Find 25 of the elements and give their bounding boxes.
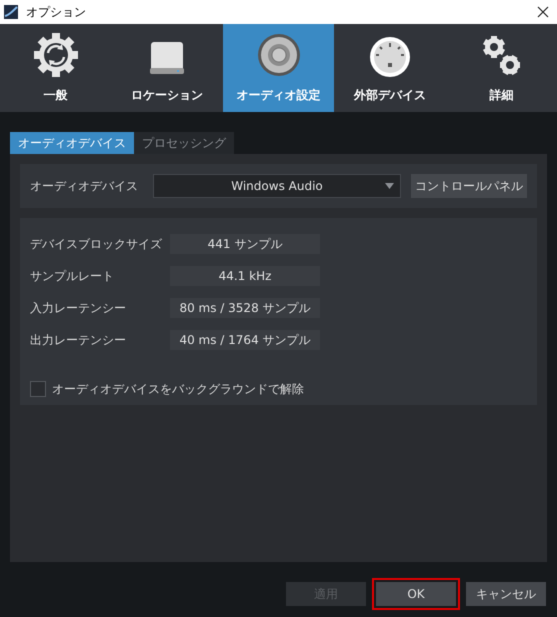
info-label: デバイスブロックサイズ (30, 236, 163, 253)
caret-icon (385, 183, 394, 189)
info-value: 80 ms / 3528 サンプル (170, 298, 320, 318)
checkbox[interactable] (30, 381, 46, 397)
info-value: 441 サンプル (170, 234, 320, 254)
app-icon (4, 5, 18, 19)
device-label: オーディオデバイス (30, 178, 139, 195)
close-icon[interactable] (537, 6, 549, 18)
control-panel-button[interactable]: コントロールパネル (411, 174, 527, 198)
category-tab[interactable]: オーディオ設定 (222, 24, 334, 112)
dialog-button[interactable]: OK (376, 582, 456, 606)
checkbox-label: オーディオデバイスをバックグラウンドで解除 (52, 381, 304, 398)
tab[interactable]: プロセッシング (134, 132, 234, 154)
info-value: 44.1 kHz (170, 266, 320, 286)
info-value: 40 ms / 1764 サンプル (170, 330, 320, 350)
window-title: オプション (26, 4, 87, 21)
dial-icon (368, 36, 411, 78)
info-label: 入力レーテンシー (30, 300, 127, 317)
info-label: サンプルレート (30, 268, 115, 285)
speaker-icon (256, 32, 302, 78)
dialog-button[interactable]: キャンセル (466, 582, 546, 606)
tab[interactable]: オーディオデバイス (10, 132, 134, 154)
device-dropdown[interactable]: Windows Audio (153, 174, 401, 198)
info-label: 出力レーテンシー (30, 332, 127, 349)
gear-icon (32, 32, 79, 78)
